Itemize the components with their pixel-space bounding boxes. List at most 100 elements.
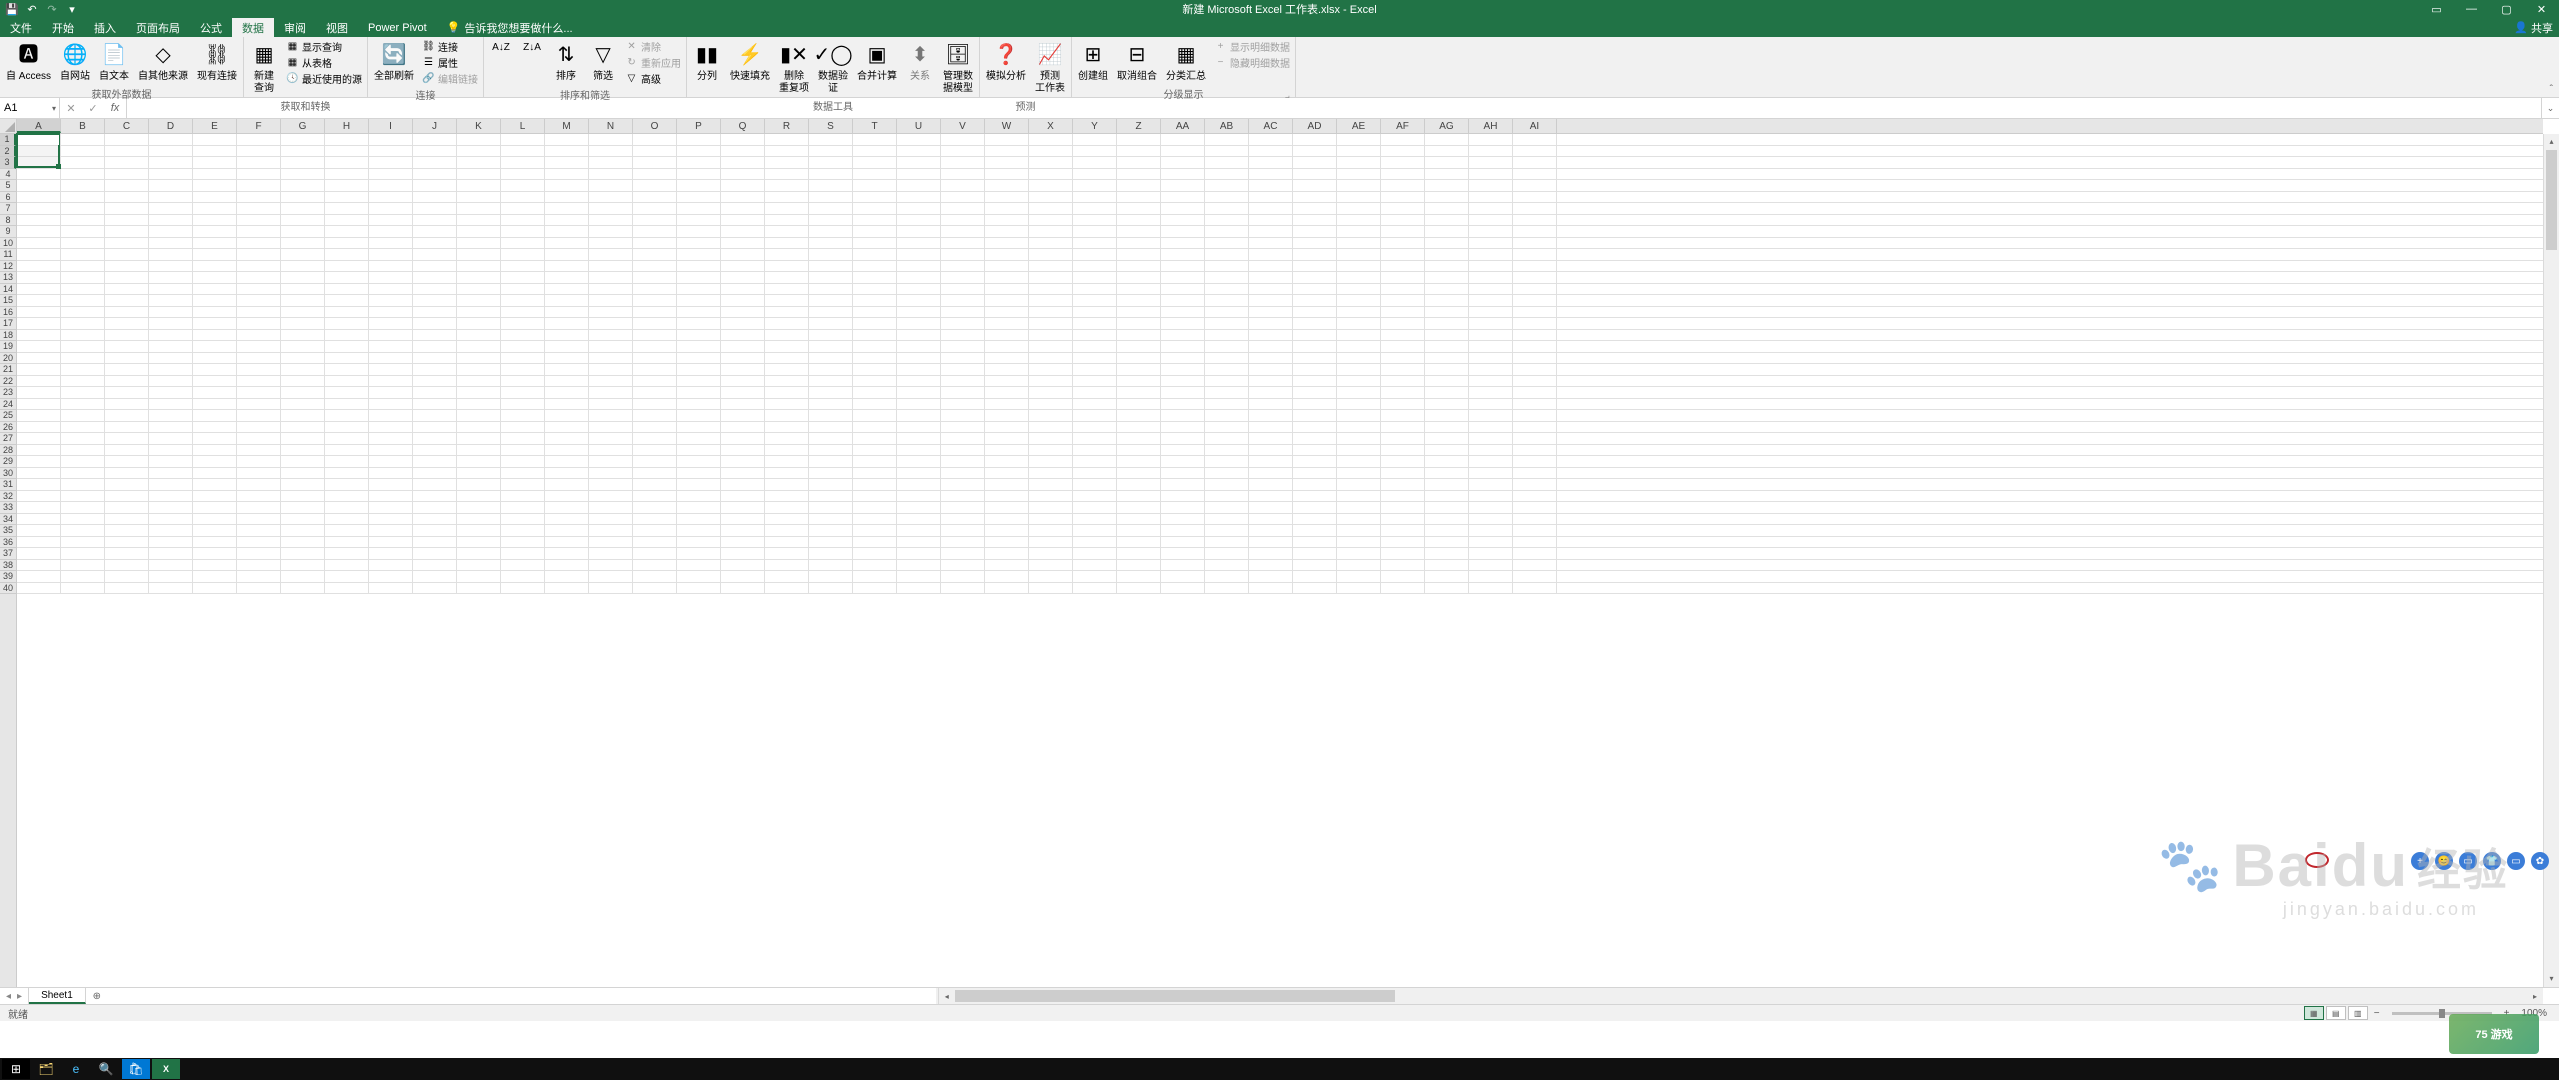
cell[interactable] xyxy=(1205,583,1249,594)
cell[interactable] xyxy=(501,583,545,594)
cell[interactable] xyxy=(1029,307,1073,318)
cell[interactable] xyxy=(1425,479,1469,490)
cell[interactable] xyxy=(413,203,457,214)
cell[interactable] xyxy=(193,433,237,444)
ribbon-button[interactable]: ⊞创建组 xyxy=(1075,39,1111,85)
cell[interactable] xyxy=(1293,295,1337,306)
cell[interactable] xyxy=(985,261,1029,272)
cell[interactable] xyxy=(985,560,1029,571)
cell[interactable] xyxy=(1469,272,1513,283)
cell[interactable] xyxy=(501,502,545,513)
cell[interactable] xyxy=(413,468,457,479)
cell[interactable] xyxy=(1293,318,1337,329)
cell[interactable] xyxy=(985,514,1029,525)
ribbon-tab-8[interactable]: Power Pivot xyxy=(358,18,437,37)
cell[interactable] xyxy=(589,157,633,168)
cell[interactable] xyxy=(1073,456,1117,467)
cell[interactable] xyxy=(853,571,897,582)
cell[interactable] xyxy=(105,376,149,387)
cell[interactable] xyxy=(369,410,413,421)
cell[interactable] xyxy=(1513,410,1557,421)
cell[interactable] xyxy=(1249,410,1293,421)
cell[interactable] xyxy=(457,272,501,283)
cell[interactable] xyxy=(1469,169,1513,180)
cell[interactable] xyxy=(237,226,281,237)
cell[interactable] xyxy=(1513,456,1557,467)
cell[interactable] xyxy=(1337,215,1381,226)
row-header[interactable]: 31 xyxy=(0,479,16,491)
scroll-right-button[interactable]: ▸ xyxy=(2527,992,2543,1001)
cell[interactable] xyxy=(413,571,457,582)
cell[interactable] xyxy=(1337,387,1381,398)
cell[interactable] xyxy=(1425,192,1469,203)
column-header[interactable]: K xyxy=(457,119,501,133)
cell[interactable] xyxy=(1337,249,1381,260)
cell[interactable] xyxy=(1205,318,1249,329)
cell[interactable] xyxy=(1205,353,1249,364)
cell[interactable] xyxy=(193,169,237,180)
cell[interactable] xyxy=(17,456,61,467)
cell[interactable] xyxy=(809,180,853,191)
cell[interactable] xyxy=(149,376,193,387)
cell[interactable] xyxy=(193,226,237,237)
cell[interactable] xyxy=(325,180,369,191)
cell[interactable] xyxy=(1029,238,1073,249)
cell[interactable] xyxy=(941,422,985,433)
cell[interactable] xyxy=(589,295,633,306)
cell[interactable] xyxy=(1249,491,1293,502)
cell[interactable] xyxy=(633,387,677,398)
cell[interactable] xyxy=(1293,353,1337,364)
cell[interactable] xyxy=(61,387,105,398)
cell[interactable] xyxy=(545,249,589,260)
cell[interactable] xyxy=(1337,445,1381,456)
cell[interactable] xyxy=(1205,330,1249,341)
cell[interactable] xyxy=(281,364,325,375)
cell[interactable] xyxy=(1293,387,1337,398)
cell[interactable] xyxy=(1381,502,1425,513)
cell[interactable] xyxy=(1381,468,1425,479)
cell[interactable] xyxy=(941,387,985,398)
row-header[interactable]: 36 xyxy=(0,537,16,549)
cell[interactable] xyxy=(1513,433,1557,444)
cell[interactable] xyxy=(281,192,325,203)
cell[interactable] xyxy=(149,330,193,341)
cell[interactable] xyxy=(589,445,633,456)
cell[interactable] xyxy=(809,537,853,548)
cell[interactable] xyxy=(1249,226,1293,237)
cell[interactable] xyxy=(281,502,325,513)
cell[interactable] xyxy=(237,295,281,306)
cell[interactable] xyxy=(1029,169,1073,180)
cell[interactable] xyxy=(1337,502,1381,513)
cell[interactable] xyxy=(1425,238,1469,249)
cell[interactable] xyxy=(809,134,853,145)
ribbon-button[interactable]: Z↓A xyxy=(518,39,546,59)
cell[interactable] xyxy=(1293,180,1337,191)
cell[interactable] xyxy=(721,525,765,536)
cell[interactable] xyxy=(1161,537,1205,548)
cell[interactable] xyxy=(1205,284,1249,295)
cell[interactable] xyxy=(281,479,325,490)
column-header[interactable]: I xyxy=(369,119,413,133)
cell[interactable] xyxy=(721,514,765,525)
cell[interactable] xyxy=(61,330,105,341)
cell[interactable] xyxy=(1381,180,1425,191)
cell[interactable] xyxy=(721,387,765,398)
cell[interactable] xyxy=(1117,157,1161,168)
cell[interactable] xyxy=(1205,491,1249,502)
cell[interactable] xyxy=(765,307,809,318)
cell[interactable] xyxy=(1469,502,1513,513)
cell[interactable] xyxy=(941,376,985,387)
cell[interactable] xyxy=(633,468,677,479)
cell[interactable] xyxy=(1161,525,1205,536)
cell[interactable] xyxy=(369,261,413,272)
cell[interactable] xyxy=(413,399,457,410)
cell[interactable] xyxy=(193,376,237,387)
cell[interactable] xyxy=(1073,192,1117,203)
cell[interactable] xyxy=(105,215,149,226)
cell[interactable] xyxy=(61,364,105,375)
cell[interactable] xyxy=(1029,341,1073,352)
cell[interactable] xyxy=(853,502,897,513)
cell[interactable] xyxy=(501,456,545,467)
cell[interactable] xyxy=(193,157,237,168)
cell[interactable] xyxy=(1117,318,1161,329)
